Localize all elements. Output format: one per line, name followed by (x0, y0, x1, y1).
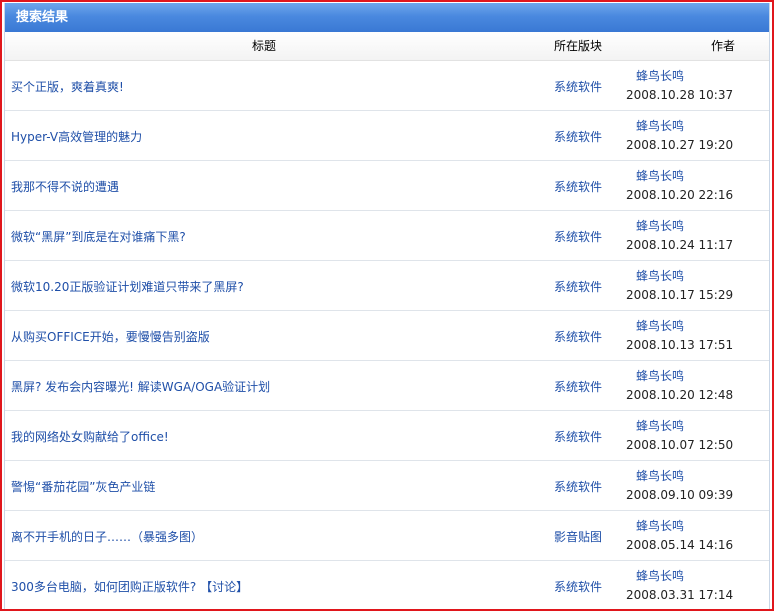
board-link[interactable]: 系统软件 (554, 278, 602, 295)
table-row: 微软“黑屏”到底是在对谁痛下黑? 系统软件 蜂鸟长鸣 2008.10.24 11… (5, 211, 769, 261)
post-datetime: 2008.10.28 10:37 (626, 88, 734, 102)
board-link[interactable]: 系统软件 (554, 328, 602, 345)
results-list: 买个正版，爽着真爽! 系统软件 蜂鸟长鸣 2008.10.28 10:37 Hy… (5, 61, 769, 609)
topic-link[interactable]: 离不开手机的日子……（暴强多图） (11, 528, 203, 545)
board-link[interactable]: 系统软件 (554, 178, 602, 195)
search-results-window: 搜索结果 标题 所在版块 作者 买个正版，爽着真爽! 系统软件 蜂鸟长鸣 200… (0, 0, 774, 611)
author-link[interactable]: 蜂鸟长鸣 (636, 317, 684, 334)
board-link[interactable]: 系统软件 (554, 228, 602, 245)
board-link[interactable]: 系统软件 (554, 128, 602, 145)
topic-link[interactable]: 我的网络处女购献给了office! (11, 428, 169, 445)
table-row: 黑屏? 发布会内容曝光! 解读WGA/OGA验证计划 系统软件 蜂鸟长鸣 200… (5, 361, 769, 411)
topic-link[interactable]: 从购买OFFICE开始，要慢慢告别盗版 (11, 328, 210, 345)
topic-link[interactable]: 我那不得不说的遭遇 (11, 178, 119, 195)
table-row: 微软10.20正版验证计划难道只带来了黑屏? 系统软件 蜂鸟长鸣 2008.10… (5, 261, 769, 311)
topic-link[interactable]: Hyper-V高效管理的魅力 (11, 128, 142, 145)
table-row: 我的网络处女购献给了office! 系统软件 蜂鸟长鸣 2008.10.07 1… (5, 411, 769, 461)
topic-link[interactable]: 警惕“番茄花园”灰色产业链 (11, 478, 155, 495)
post-datetime: 2008.10.20 12:48 (626, 388, 734, 402)
post-datetime: 2008.10.24 11:17 (626, 238, 734, 252)
table-row: 买个正版，爽着真爽! 系统软件 蜂鸟长鸣 2008.10.28 10:37 (5, 61, 769, 111)
post-datetime: 2008.10.13 17:51 (626, 338, 734, 352)
column-header-author: 作者 (711, 39, 736, 53)
table-row: 300多台电脑，如何团购正版软件? 【讨论】 系统软件 蜂鸟长鸣 2008.03… (5, 561, 769, 609)
topic-link[interactable]: 黑屏? 发布会内容曝光! 解读WGA/OGA验证计划 (11, 378, 270, 395)
author-link[interactable]: 蜂鸟长鸣 (636, 567, 684, 584)
topic-link[interactable]: 买个正版，爽着真爽! (11, 78, 124, 95)
column-header-board: 所在版块 (554, 39, 603, 53)
topic-link[interactable]: 微软“黑屏”到底是在对谁痛下黑? (11, 228, 186, 245)
board-link[interactable]: 系统软件 (554, 428, 602, 445)
table-row: 离不开手机的日子……（暴强多图） 影音贴图 蜂鸟长鸣 2008.05.14 14… (5, 511, 769, 561)
table-row: 从购买OFFICE开始，要慢慢告别盗版 系统软件 蜂鸟长鸣 2008.10.13… (5, 311, 769, 361)
author-link[interactable]: 蜂鸟长鸣 (636, 117, 684, 134)
panel-title: 搜索结果 (5, 3, 769, 32)
results-header-row: 标题 所在版块 作者 (5, 32, 769, 61)
author-link[interactable]: 蜂鸟长鸣 (636, 167, 684, 184)
author-link[interactable]: 蜂鸟长鸣 (636, 517, 684, 534)
topic-link[interactable]: 300多台电脑，如何团购正版软件? 【讨论】 (11, 578, 248, 595)
author-link[interactable]: 蜂鸟长鸣 (636, 467, 684, 484)
post-datetime: 2008.05.14 14:16 (626, 538, 734, 552)
post-datetime: 2008.10.17 15:29 (626, 288, 734, 302)
post-datetime: 2008.10.20 22:16 (626, 188, 734, 202)
board-link[interactable]: 影音贴图 (554, 528, 602, 545)
column-header-title: 标题 (252, 39, 277, 53)
author-link[interactable]: 蜂鸟长鸣 (636, 367, 684, 384)
table-row: 我那不得不说的遭遇 系统软件 蜂鸟长鸣 2008.10.20 22:16 (5, 161, 769, 211)
search-results-panel: 搜索结果 标题 所在版块 作者 买个正版，爽着真爽! 系统软件 蜂鸟长鸣 200… (4, 3, 770, 609)
post-datetime: 2008.10.27 19:20 (626, 138, 734, 152)
board-link[interactable]: 系统软件 (554, 478, 602, 495)
author-link[interactable]: 蜂鸟长鸣 (636, 217, 684, 234)
post-datetime: 2008.10.07 12:50 (626, 438, 734, 452)
author-link[interactable]: 蜂鸟长鸣 (636, 267, 684, 284)
board-link[interactable]: 系统软件 (554, 78, 602, 95)
table-row: Hyper-V高效管理的魅力 系统软件 蜂鸟长鸣 2008.10.27 19:2… (5, 111, 769, 161)
author-link[interactable]: 蜂鸟长鸣 (636, 67, 684, 84)
topic-link[interactable]: 微软10.20正版验证计划难道只带来了黑屏? (11, 278, 244, 295)
board-link[interactable]: 系统软件 (554, 378, 602, 395)
post-datetime: 2008.09.10 09:39 (626, 488, 734, 502)
post-datetime: 2008.03.31 17:14 (626, 588, 734, 602)
board-link[interactable]: 系统软件 (554, 578, 602, 595)
table-row: 警惕“番茄花园”灰色产业链 系统软件 蜂鸟长鸣 2008.09.10 09:39 (5, 461, 769, 511)
author-link[interactable]: 蜂鸟长鸣 (636, 417, 684, 434)
